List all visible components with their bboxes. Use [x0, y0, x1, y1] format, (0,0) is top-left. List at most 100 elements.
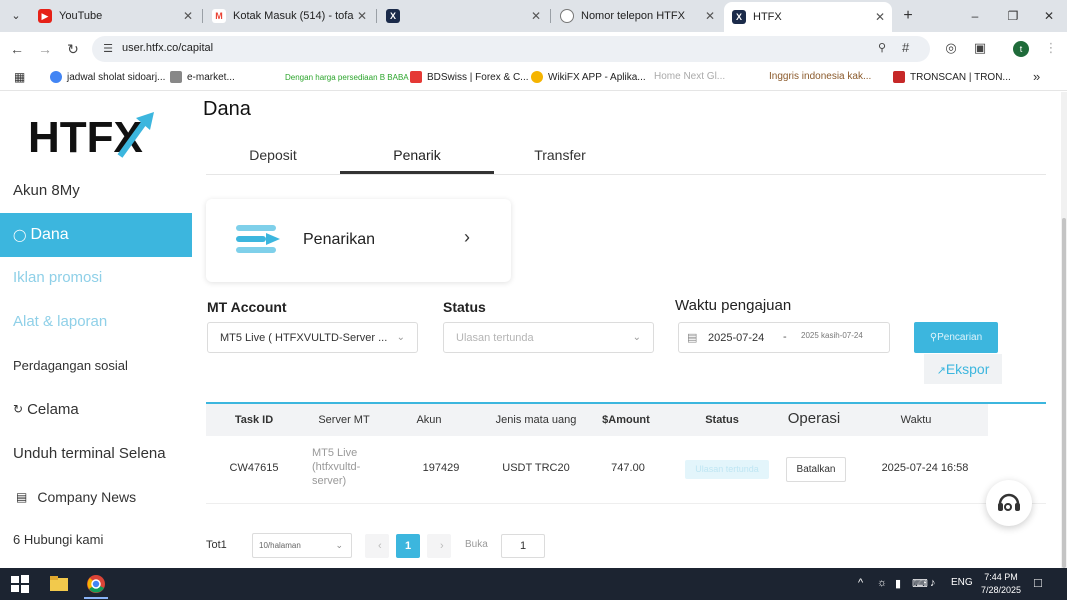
language-indicator[interactable]: ENG [951, 577, 973, 588]
cancel-button[interactable]: Batalkan [786, 457, 846, 482]
prev-page-button[interactable]: ‹ [365, 534, 389, 558]
reload-icon[interactable]: ↻ [63, 39, 83, 59]
close-tab-icon[interactable]: ✕ [354, 9, 370, 23]
page-size-select[interactable]: 10/halaman ⌄ [252, 533, 352, 558]
bookmark-item[interactable]: TRONSCAN | TRON... [893, 71, 1011, 83]
omnibox[interactable]: ☰ user.htfx.co/capital ⚲ # [92, 36, 930, 62]
close-tab-icon[interactable]: ✕ [528, 9, 544, 23]
windows-start-icon[interactable] [10, 574, 30, 594]
browser-tab-strip: ⌄ ▶ YouTube ✕ M Kotak Masuk (514) - tofa… [0, 0, 1067, 32]
file-explorer-icon[interactable] [49, 574, 69, 594]
sidebar-item-unduh-terminal[interactable]: Unduh terminal Selena [0, 432, 192, 474]
tab-penarik[interactable]: Penarik [340, 147, 494, 163]
hash-icon[interactable]: # [902, 40, 909, 55]
restore-icon[interactable]: ❐ [1002, 6, 1024, 26]
bookmark-item[interactable]: jadwal sholat sidoarj... [50, 71, 165, 83]
col-task-id: Task ID [234, 414, 274, 426]
page-number-button[interactable]: 1 [396, 534, 420, 558]
browser-tab-htfx-active[interactable]: X HTFX ✕ [724, 2, 892, 32]
site-info-icon[interactable]: ☰ [100, 41, 116, 57]
password-key-icon[interactable]: ⚲ [878, 41, 886, 54]
date-from[interactable]: 2025-07-24 [708, 332, 764, 344]
col-currency: Jenis mata uang [495, 414, 577, 426]
bookmark-item[interactable]: Home Next Gl... [654, 71, 725, 82]
sidebar-item-akun[interactable]: Akun 8My [0, 169, 192, 211]
tronscan-icon [893, 71, 905, 83]
new-tab-plus-icon[interactable]: + [898, 6, 918, 26]
close-tab-icon[interactable]: ✕ [872, 10, 888, 24]
next-page-button[interactable]: › [427, 534, 451, 558]
chrome-icon[interactable] [86, 574, 106, 594]
system-clock[interactable]: 7:44 PM 7/28/2025 [973, 571, 1029, 597]
main-content: Dana Deposit Penarik Transfer Penarikan … [192, 92, 1062, 568]
sidebar-item-hubungi-kami[interactable]: 6 Hubungi kami [0, 518, 192, 560]
sidebar: HTFX Akun 8My ◯ Dana Iklan promosi Alat … [0, 92, 192, 568]
gmail-icon: M [212, 9, 226, 23]
sidebar-item-company-news[interactable]: ▤ Company News [0, 476, 192, 518]
col-account: Akun [416, 414, 442, 426]
date-range-picker[interactable]: ▤ 2025-07-24 - 2025 kasih-07-24 [678, 322, 890, 353]
goto-page-input[interactable]: 1 [501, 534, 545, 558]
sidebar-item-perdagangan-sosial[interactable]: Perdagangan sosial [0, 344, 192, 386]
date-to[interactable]: 2025 kasih-07-24 [801, 331, 863, 340]
bookmark-item[interactable]: BDSwiss | Forex & C... [410, 71, 529, 83]
browser-tab-gmail[interactable]: M Kotak Masuk (514) - tofan25 ✕ [204, 4, 374, 28]
apps-grid-icon[interactable]: ▦ [14, 70, 25, 84]
browser-tab-htfx-2[interactable]: X ✕ [378, 4, 548, 28]
withdrawal-table: Task ID Server MT Akun Jenis mata uang $… [206, 402, 1046, 504]
profile-avatar[interactable]: t [1013, 41, 1029, 57]
close-tab-icon[interactable]: ✕ [180, 9, 196, 23]
sidebar-item-celama[interactable]: ↻ Celama [0, 388, 192, 430]
chevron-right-icon: › [464, 227, 470, 247]
withdrawal-card[interactable]: Penarikan › [206, 199, 511, 282]
tab-deposit[interactable]: Deposit [196, 147, 350, 163]
export-button[interactable]: ↗Ekspor [924, 354, 1002, 384]
wifi-icon[interactable]: ☼ [877, 577, 887, 589]
sidebar-item-alat-laporan[interactable]: Alat & laporan [0, 300, 192, 342]
tab-search-chevron-icon[interactable]: ⌄ [6, 6, 26, 26]
tab-label: Kotak Masuk (514) - tofan25 [233, 10, 354, 22]
tab-label: YouTube [59, 10, 103, 22]
back-arrow-icon[interactable]: ← [7, 39, 27, 59]
status-select[interactable]: Ulasan tertunda ⌄ [443, 322, 654, 353]
battery-icon[interactable]: ▮ [895, 577, 901, 590]
cell-task-id: CW47615 [229, 462, 279, 474]
more-bookmarks-chevron-icon[interactable]: » [1033, 69, 1040, 84]
browser-tab-nomor-telepon[interactable]: Nomor telepon HTFX ✕ [552, 4, 722, 28]
sidebar-item-iklan-promosi[interactable]: Iklan promosi [0, 256, 192, 298]
cell-amount: 747.00 [611, 462, 645, 474]
close-window-icon[interactable]: ✕ [1038, 6, 1060, 26]
notifications-icon[interactable]: □ [1034, 575, 1042, 590]
bookmark-item[interactable]: Dengan harga persediaan B BABA [285, 73, 409, 82]
search-button[interactable]: ⚲Pencarian [914, 322, 998, 353]
menu-more-icon[interactable]: ⋮ [1041, 38, 1061, 58]
keyboard-icon[interactable]: ⌨ [912, 577, 928, 590]
dollar-icon: ◯ [13, 228, 27, 242]
calendar-icon: ▤ [687, 332, 698, 344]
tray-chevron-up-icon[interactable]: ^ [858, 577, 863, 589]
mt-account-select[interactable]: MT5 Live ( HTFXVULTD-Server ... ⌄ [207, 322, 418, 353]
active-app-indicator [84, 597, 108, 599]
headset-icon [998, 493, 1020, 511]
forward-arrow-icon[interactable]: → [35, 39, 55, 59]
date-separator: - [783, 331, 787, 343]
bdswiss-icon [410, 71, 422, 83]
minimize-icon[interactable]: – [964, 6, 986, 26]
bookmark-label: e-market... [187, 71, 235, 83]
sidebar-item-label: Alat & laporan [13, 312, 108, 330]
close-tab-icon[interactable]: ✕ [702, 9, 718, 23]
browser-tab-youtube[interactable]: ▶ YouTube ✕ [30, 4, 200, 28]
extension-globe-icon[interactable]: ◎ [941, 38, 961, 58]
volume-icon[interactable]: ♪ [930, 577, 936, 589]
support-chat-button[interactable] [986, 480, 1032, 526]
bookmark-item[interactable]: e-market... [170, 71, 235, 83]
htfx-logo[interactable]: HTFX [28, 108, 158, 158]
url-text[interactable]: user.htfx.co/capital [122, 42, 213, 54]
tab-transfer[interactable]: Transfer [483, 147, 637, 163]
google-icon [50, 71, 62, 83]
scrollbar-thumb[interactable] [1062, 218, 1066, 568]
bookmark-item[interactable]: WikiFX APP - Aplika... [531, 71, 646, 83]
bookmark-item[interactable]: Inggris indonesia kak... [769, 71, 871, 82]
sidebar-item-dana[interactable]: ◯ Dana [0, 213, 192, 257]
extensions-puzzle-icon[interactable]: ▣ [970, 38, 990, 58]
